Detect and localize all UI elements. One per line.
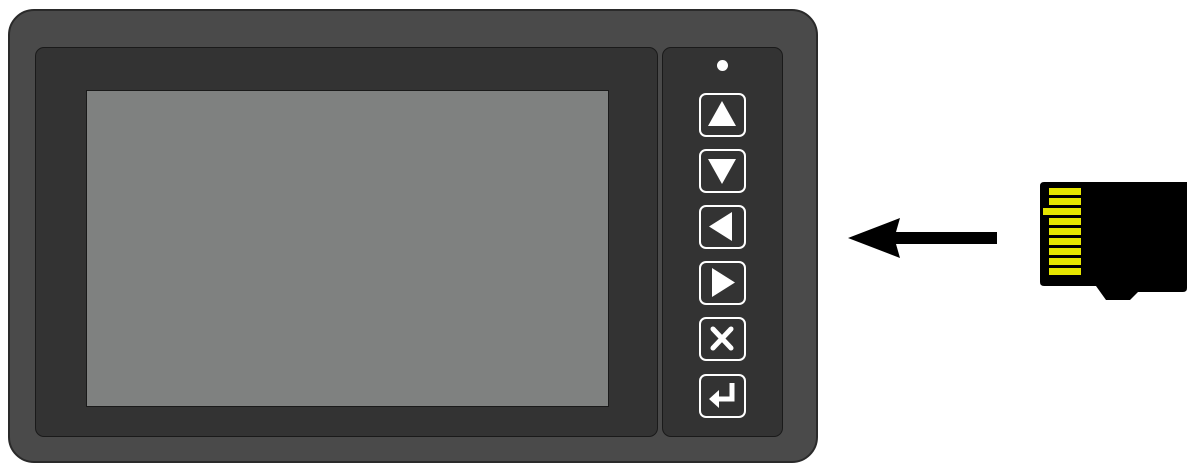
enter-return-icon (709, 383, 735, 408)
hmi-device (8, 9, 818, 463)
triangle-up-icon (708, 101, 736, 126)
triangle-left-icon (709, 212, 732, 241)
enter-button[interactable] (699, 374, 746, 418)
triangle-down-icon (708, 159, 736, 184)
status-led (717, 60, 728, 71)
triangle-right-icon (712, 268, 735, 297)
display-screen (86, 90, 609, 407)
keypad-panel (662, 47, 783, 437)
screen-bezel (35, 47, 658, 437)
right-button[interactable] (699, 261, 746, 305)
up-button[interactable] (699, 93, 746, 137)
microsd-card-icon (1040, 182, 1187, 300)
down-button[interactable] (699, 149, 746, 193)
x-icon (710, 326, 734, 351)
insert-direction-arrow-icon (848, 218, 997, 258)
cancel-button[interactable] (699, 317, 746, 361)
left-button[interactable] (699, 205, 746, 249)
